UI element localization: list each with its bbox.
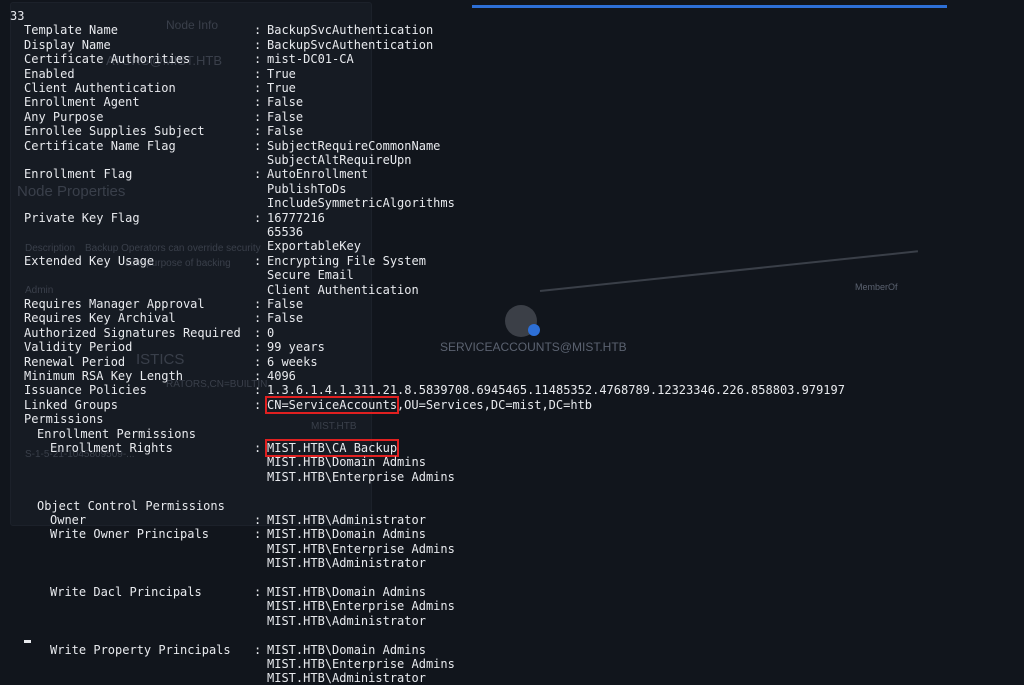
field-value: MIST.HTB\Administrator [267, 556, 426, 571]
field-colon: : [254, 585, 262, 599]
field-key: Enabled [24, 66, 75, 81]
field-colon: : [254, 37, 262, 52]
field-key: Enrollment Rights [50, 441, 173, 455]
field-value: Secure Email [267, 268, 354, 283]
field-value: AutoEnrollment [267, 167, 369, 182]
field-value: SubjectAltRequireUpn [267, 153, 412, 167]
field-colon: : [254, 138, 262, 153]
field-value: 4096 [267, 369, 296, 383]
field-colon: : [254, 124, 262, 139]
field-colon: : [254, 253, 262, 268]
field-colon: : [254, 311, 262, 326]
field-colon: : [254, 397, 262, 412]
field-key: Extended Key Usage [24, 253, 155, 268]
field-value: False [267, 311, 304, 326]
field-colon: : [254, 210, 262, 225]
field-value: 16777216 [267, 210, 325, 225]
field-value: Encrypting File System [267, 253, 426, 268]
field-key: Write Dacl Principals [50, 585, 202, 599]
field-key: Enrollment Agent [24, 95, 140, 110]
field-value: IncludeSymmetricAlgorithms [267, 196, 455, 211]
terminal-cursor [24, 640, 31, 643]
field-value: Client Authentication [267, 282, 419, 297]
field-colon: : [254, 109, 262, 124]
field-key: Minimum RSA Key Length [24, 369, 183, 383]
field-value: True [267, 66, 296, 81]
object-control-label: Object Control Permissions [37, 498, 225, 513]
field-colon: : [254, 81, 262, 95]
field-key: Enrollee Supplies Subject [24, 124, 205, 139]
field-value: True [267, 81, 296, 95]
field-colon: : [254, 340, 262, 355]
field-key: Private Key Flag [24, 210, 140, 225]
linked-group-rest: ,OU=Services,DC=mist,DC=htb [396, 397, 593, 412]
field-key: Authorized Signatures Required [24, 325, 241, 340]
field-value: MIST.HTB\Administrator [267, 613, 426, 628]
enrollment-right: MIST.HTB\Enterprise Admins [267, 469, 455, 484]
field-value: BackupSvcAuthentication [267, 37, 434, 52]
field-value: 6 weeks [267, 354, 318, 369]
field-value: 0 [267, 325, 275, 340]
field-value: MIST.HTB\Enterprise Admins [267, 599, 455, 614]
field-key: Linked Groups [24, 397, 118, 412]
field-value: SubjectRequireCommonName [267, 138, 441, 153]
field-key: Certificate Authorities [24, 52, 191, 67]
field-value: False [267, 109, 304, 124]
field-value: mist-DC01-CA [267, 52, 354, 67]
field-colon: : [254, 52, 262, 67]
field-value: False [267, 95, 304, 110]
field-colon: : [254, 325, 262, 340]
field-value: MIST.HTB\Enterprise Admins [267, 657, 455, 671]
field-colon: : [254, 441, 262, 455]
field-value: BackupSvcAuthentication [267, 23, 434, 38]
permissions-label: Permissions [24, 412, 104, 427]
field-colon: : [254, 167, 262, 182]
field-value: False [267, 124, 304, 139]
field-colon: : [254, 95, 262, 110]
field-value: 1.3.6.1.4.1.311.21.8.5839708.6945465.114… [267, 383, 845, 398]
field-key: Renewal Period [24, 354, 126, 369]
field-key: Validity Period [24, 340, 133, 355]
field-colon: : [254, 513, 262, 527]
field-key: Display Name [24, 37, 111, 52]
field-value: PublishToDs [267, 181, 347, 196]
field-colon: : [254, 354, 262, 369]
field-colon: : [254, 369, 262, 383]
field-value: False [267, 297, 304, 311]
field-key: Owner [50, 513, 87, 527]
field-key: Write Owner Principals [50, 527, 209, 542]
field-colon: : [254, 23, 262, 38]
field-colon: : [254, 383, 262, 398]
field-key: Any Purpose [24, 109, 104, 124]
field-value: MIST.HTB\Administrator [267, 671, 426, 685]
field-key: Certificate Name Flag [24, 138, 176, 153]
field-key: Client Authentication [24, 81, 176, 95]
field-value: MIST.HTB\Domain Admins [267, 585, 426, 599]
terminal-output: 33 Template Name: BackupSvcAuthentication D… [0, 0, 1024, 685]
field-key: Requires Key Archival [24, 311, 176, 326]
field-value: MIST.HTB\Administrator [267, 513, 426, 527]
field-key: Enrollment Flag [24, 167, 133, 182]
enrollment-permissions-label: Enrollment Permissions [37, 426, 196, 441]
field-value: 99 years [267, 340, 325, 355]
prompt-number: 33 [10, 9, 25, 23]
field-value: 65536 [267, 225, 304, 239]
field-colon: : [254, 297, 262, 311]
field-key: Requires Manager Approval [24, 297, 205, 311]
field-value: ExportableKey [267, 239, 361, 254]
enrollment-right: MIST.HTB\Domain Admins [267, 455, 426, 470]
linked-group-highlight: CN=ServiceAccounts [264, 395, 400, 414]
field-colon: : [254, 527, 262, 542]
field-colon: : [254, 66, 262, 81]
field-value: MIST.HTB\Enterprise Admins [267, 541, 455, 556]
field-value: MIST.HTB\Domain Admins [267, 527, 426, 542]
field-key: Issuance Policies [24, 383, 147, 398]
enrollment-right: MIST.HTB\CA Backup [264, 439, 400, 457]
field-key: Template Name [24, 23, 118, 38]
